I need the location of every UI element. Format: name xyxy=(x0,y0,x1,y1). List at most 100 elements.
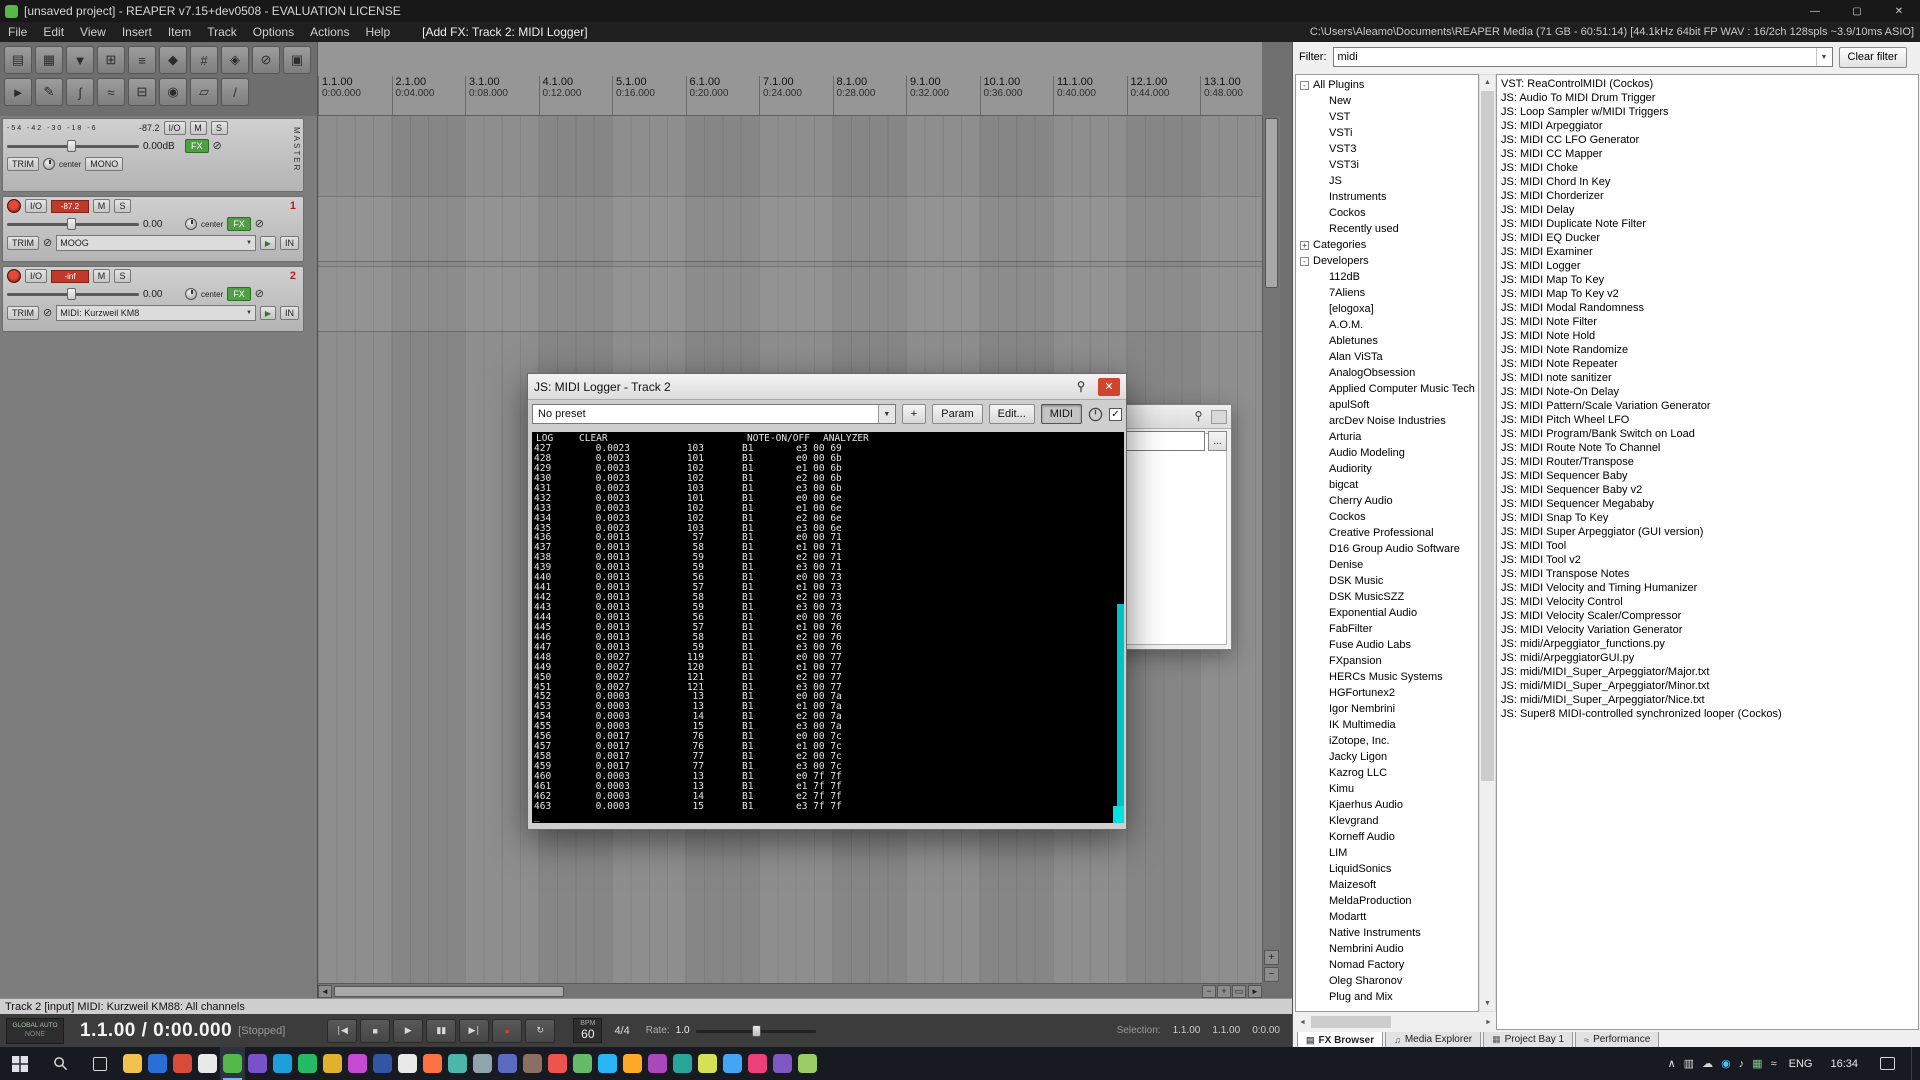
taskbar-app-icon[interactable] xyxy=(145,1047,170,1080)
toolbar-icon[interactable]: # xyxy=(190,46,218,74)
menu-item[interactable]: View xyxy=(72,22,114,42)
tree-item[interactable]: HGFortunex2 xyxy=(1296,685,1478,701)
scroll-left-icon[interactable]: ◄ xyxy=(1295,1015,1310,1029)
slider-thumb[interactable] xyxy=(752,1025,761,1037)
plugin-list-item[interactable]: JS: MIDI Pattern/Scale Variation Generat… xyxy=(1497,399,1918,413)
toolbar-icon[interactable]: ▼ xyxy=(66,46,94,74)
master-fx-button[interactable]: FX xyxy=(185,139,209,153)
toolbar-icon[interactable]: ✎ xyxy=(35,78,63,106)
tree-item[interactable]: Nembrini Audio xyxy=(1296,941,1478,957)
edit-button[interactable]: Edit... xyxy=(989,404,1035,424)
tree-item[interactable]: Creative Professional xyxy=(1296,525,1478,541)
toolbar-icon[interactable]: ◈ xyxy=(221,46,249,74)
tree-expander-icon[interactable]: - xyxy=(1300,81,1309,90)
transport-button[interactable]: ■ xyxy=(360,1019,390,1043)
tree-item[interactable]: Jacky Ligon xyxy=(1296,749,1478,765)
master-pan-knob[interactable] xyxy=(43,158,55,170)
tree-item[interactable]: apulSoft xyxy=(1296,397,1478,413)
tray-icon[interactable]: ≈ xyxy=(1771,1058,1777,1070)
plugin-list-item[interactable]: JS: MIDI Chord In Key xyxy=(1497,175,1918,189)
plugin-list-item[interactable]: JS: MIDI Velocity and Timing Humanizer xyxy=(1497,581,1918,595)
tree-item[interactable]: Recently used xyxy=(1296,221,1478,237)
tree-item[interactable]: LIM xyxy=(1296,845,1478,861)
taskbar-app-icon[interactable] xyxy=(420,1047,445,1080)
tree-item[interactable]: FXpansion xyxy=(1296,653,1478,669)
plugin-list-item[interactable]: JS: midi/MIDI_Super_Arpeggiator/Nice.txt xyxy=(1497,693,1918,707)
transport-button[interactable]: ▮▮ xyxy=(426,1019,456,1043)
track-io-button[interactable]: I/O xyxy=(25,269,47,283)
task-view-button[interactable] xyxy=(80,1047,120,1080)
taskbar-app-icon[interactable] xyxy=(795,1047,820,1080)
search-button[interactable] xyxy=(40,1047,80,1080)
plugin-list-item[interactable]: JS: MIDI CC Mapper xyxy=(1497,147,1918,161)
toolbar-icon[interactable]: ⊟ xyxy=(128,78,156,106)
toolbar-icon[interactable]: ◆ xyxy=(159,46,187,74)
track-panel-1[interactable]: I/O -87.2 M S 1 0.00 center FX TRIM MOOG… xyxy=(2,196,304,262)
track-volume-fader[interactable] xyxy=(7,287,139,301)
plugin-list-item[interactable]: JS: MIDI Choke xyxy=(1497,161,1918,175)
track-panel-2[interactable]: I/O -inf M S 2 0.00 center FX TRIM MIDI:… xyxy=(2,266,304,332)
taskbar-app-icon[interactable] xyxy=(445,1047,470,1080)
toolbar-icon[interactable]: ≈ xyxy=(97,78,125,106)
env-bypass-icon[interactable] xyxy=(43,308,52,319)
tree-scrollbar[interactable]: ▲ ▼ xyxy=(1479,74,1496,1012)
taskbar-app-icon[interactable] xyxy=(370,1047,395,1080)
arrange-vertical-scrollbar[interactable] xyxy=(1262,116,1280,983)
chevron-down-icon[interactable] xyxy=(1816,48,1832,66)
track-pan-knob[interactable] xyxy=(185,218,197,230)
tray-icon[interactable]: ▦ xyxy=(1752,1057,1762,1070)
taskbar-app-icon[interactable] xyxy=(320,1047,345,1080)
logger-title-bar[interactable]: JS: MIDI Logger - Track 2 xyxy=(528,374,1126,400)
fx-bypass-icon[interactable] xyxy=(255,219,264,230)
transport-button[interactable]: ● xyxy=(492,1019,522,1043)
tree-item[interactable]: Klevgrand xyxy=(1296,813,1478,829)
plugin-list-item[interactable]: JS: midi/MIDI_Super_Arpeggiator/Minor.tx… xyxy=(1497,679,1918,693)
scrollbar-thumb[interactable] xyxy=(334,986,564,997)
tree-item[interactable]: Native Instruments xyxy=(1296,925,1478,941)
tree-item[interactable]: Abletunes xyxy=(1296,333,1478,349)
track-trim-button[interactable]: TRIM xyxy=(7,236,39,250)
plugin-list-item[interactable]: JS: MIDI Tool xyxy=(1497,539,1918,553)
toolbar-icon[interactable]: / xyxy=(221,78,249,106)
tree-item[interactable]: Kazrog LLC xyxy=(1296,765,1478,781)
start-button[interactable] xyxy=(0,1047,40,1080)
zoom-in-button[interactable]: + xyxy=(1217,985,1231,998)
taskbar-app-icon[interactable] xyxy=(395,1047,420,1080)
tree-item[interactable]: Nomad Factory xyxy=(1296,957,1478,973)
track-solo-button[interactable]: S xyxy=(114,199,131,213)
tree-item[interactable]: Cherry Audio xyxy=(1296,493,1478,509)
scrollbar-thumb[interactable] xyxy=(1265,118,1278,288)
input-monitor-button[interactable]: IN xyxy=(280,236,299,250)
console-scrollbar-thumb[interactable] xyxy=(1117,604,1124,823)
tree-item[interactable]: Korneff Audio xyxy=(1296,829,1478,845)
tree-item[interactable]: arcDev Noise Industries xyxy=(1296,413,1478,429)
browse-button[interactable]: ... xyxy=(1208,431,1227,451)
taskbar-app-icon[interactable] xyxy=(720,1047,745,1080)
menu-item[interactable]: Track xyxy=(199,22,245,42)
minimize-button[interactable] xyxy=(1794,0,1836,22)
track-trim-button[interactable]: TRIM xyxy=(7,306,39,320)
menu-item[interactable]: Item xyxy=(160,22,199,42)
record-arm-button[interactable] xyxy=(7,199,21,213)
master-mute-button[interactable]: M xyxy=(190,121,207,135)
plugin-list-item[interactable]: JS: MIDI Logger xyxy=(1497,259,1918,273)
tree-item[interactable]: bigcat xyxy=(1296,477,1478,493)
save-preset-button[interactable]: + xyxy=(902,404,926,424)
zoom-out-button[interactable]: − xyxy=(1202,985,1216,998)
plugin-list-item[interactable]: JS: MIDI Route Note To Channel xyxy=(1497,441,1918,455)
tree-item[interactable]: Arturia xyxy=(1296,429,1478,445)
scrollbar-thumb[interactable] xyxy=(1311,1016,1391,1028)
tree-expander-icon[interactable]: - xyxy=(1300,257,1309,266)
plugin-list-item[interactable]: JS: MIDI Sequencer Baby v2 xyxy=(1497,483,1918,497)
midi-button[interactable]: MIDI xyxy=(1041,404,1082,424)
docker-tab[interactable]: ♫ Media Explorer xyxy=(1385,1032,1481,1048)
wet-dry-knob-icon[interactable] xyxy=(1088,407,1103,422)
input-monitor-button[interactable]: IN xyxy=(280,306,299,320)
plugin-list-item[interactable]: JS: MIDI Delay xyxy=(1497,203,1918,217)
tree-horizontal-scrollbar[interactable]: ◄ ► xyxy=(1295,1014,1496,1030)
tree-item[interactable]: Fuse Audio Labs xyxy=(1296,637,1478,653)
plugin-list-item[interactable]: JS: MIDI Note Repeater xyxy=(1497,357,1918,371)
zoom-out-button[interactable] xyxy=(1264,967,1279,982)
selection-end[interactable]: 1.1.00 xyxy=(1212,1025,1240,1036)
plugin-list-item[interactable]: JS: MIDI Sequencer Baby xyxy=(1497,469,1918,483)
